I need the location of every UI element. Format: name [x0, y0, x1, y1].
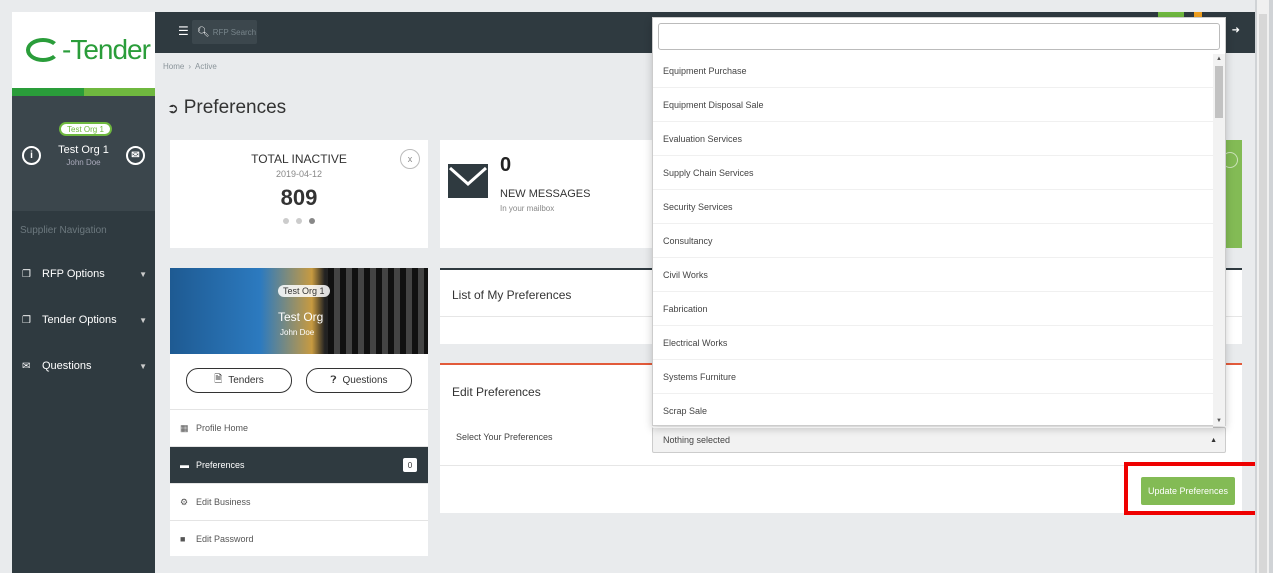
logo[interactable]: -Tender [12, 12, 155, 88]
sidebar-item-label: RFP Options [42, 268, 105, 280]
select-value: Nothing selected [663, 435, 731, 445]
org-image: Test Org 1 [278, 285, 330, 297]
search-input[interactable]: 🔍︎ RFP Search [192, 20, 257, 44]
page-title-text: Preferences [183, 97, 287, 118]
messages-card: 0 NEW MESSAGES In your mailbox [440, 140, 655, 248]
page-scrollbar[interactable] [1255, 0, 1273, 573]
list-title: List of My Preferences [452, 288, 572, 302]
stat-card: TOTAL INACTIVE 2019-04-12 809 x [170, 140, 428, 248]
profile-card: Test Org 1 Test Org John Doe 🗎 Tenders ❓… [170, 268, 428, 556]
arrow-circle-icon: ➲ [167, 99, 179, 116]
carousel-dot[interactable] [296, 218, 302, 224]
chevron-down-icon: ▼ [139, 269, 147, 279]
envelope-icon [448, 164, 488, 198]
stat-title: TOTAL INACTIVE [251, 152, 347, 166]
scroll-down-icon[interactable]: ▼ [1216, 418, 1222, 424]
dropdown-option[interactable]: Evaluation Services [653, 122, 1213, 156]
scroll-up-icon[interactable]: ▲ [1216, 56, 1222, 62]
dropdown-search-input[interactable] [658, 23, 1220, 50]
question-icon: ❓︎ [330, 375, 337, 386]
carousel-dot[interactable] [283, 218, 289, 224]
dropdown-option[interactable]: Scrap Sale [653, 394, 1213, 428]
chevron-down-icon: ▼ [139, 315, 147, 325]
messages-label: NEW MESSAGES [500, 188, 591, 200]
sidebar-item-label: Tender Options [42, 314, 117, 326]
profile-banner: Test Org 1 Test Org John Doe [170, 268, 428, 354]
caret-up-icon: ▲ [1210, 436, 1217, 444]
questions-button[interactable]: ❓︎ Questions [306, 368, 412, 393]
dropdown-option[interactable]: Electrical Works [653, 326, 1213, 360]
menu-label: Preferences [196, 460, 245, 470]
edit-title: Edit Preferences [452, 385, 541, 399]
dropdown-list: Equipment Purchase Equipment Disposal Sa… [653, 54, 1213, 428]
nav-title: Supplier Navigation [20, 225, 107, 236]
dropdown-scrollbar[interactable]: ▲ ▼ [1213, 54, 1225, 426]
search-icon: 🔍︎ [197, 26, 210, 38]
dropdown-option[interactable]: Systems Furniture [653, 360, 1213, 394]
search-placeholder: RFP Search [212, 27, 257, 37]
dropdown-option[interactable]: Supply Chain Services [653, 156, 1213, 190]
dropdown-option[interactable]: Equipment Disposal Sale [653, 88, 1213, 122]
messages-sub: In your mailbox [500, 204, 555, 213]
tenders-button-label: Tenders [228, 375, 264, 386]
profile-org: Test Org [278, 310, 324, 324]
breadcrumb-home[interactable]: Home [163, 62, 184, 71]
menu-preferences[interactable]: ▬ Preferences 0 [170, 446, 428, 483]
page-title: ➲ Preferences [167, 97, 286, 119]
menu-label: Edit Business [196, 497, 251, 507]
org-avatar: Test Org 1 [59, 122, 112, 136]
stat-date: 2019-04-12 [275, 169, 323, 179]
sidebar-profile: Test Org 1 i Test Org 1 John Doe ✉ [12, 96, 155, 211]
carousel-dots [170, 218, 428, 224]
logo-e-icon [26, 38, 60, 62]
document-icon: 🗎 [214, 374, 223, 385]
green-stat-card [1222, 140, 1242, 248]
questions-button-label: Questions [342, 375, 388, 386]
messages-count: 0 [500, 154, 512, 176]
copy-icon: ❐ [22, 268, 31, 280]
preferences-dropdown: Equipment Purchase Equipment Disposal Sa… [652, 17, 1226, 428]
dropdown-option[interactable]: Equipment Purchase [653, 54, 1213, 88]
sidebar-item-label: Questions [42, 360, 92, 372]
stat-value: 809 [280, 185, 318, 210]
dropdown-option[interactable]: Civil Works [653, 258, 1213, 292]
breadcrumb-current: Active [195, 62, 217, 71]
dropdown-option[interactable]: Fabrication [653, 292, 1213, 326]
mail-icon[interactable]: ✉ [126, 146, 145, 165]
sidebar: -Tender Test Org 1 i Test Org 1 John Doe… [12, 12, 155, 573]
menu-edit-business[interactable]: ⚙ Edit Business [170, 483, 428, 520]
tenders-button[interactable]: 🗎 Tenders [186, 368, 292, 393]
menu-label: Profile Home [196, 423, 249, 433]
menu-edit-password[interactable]: ■ Edit Password [170, 520, 428, 557]
gear-icon: ⚙ [180, 496, 189, 507]
close-button[interactable]: x [400, 149, 420, 169]
menu-icon[interactable]: ☰ [178, 24, 189, 38]
logo-text: -Tender [62, 34, 151, 65]
brand-bar [12, 88, 155, 96]
profile-user: John Doe [280, 328, 315, 337]
count-badge: 0 [403, 458, 417, 472]
preferences-select[interactable]: Nothing selected ▲ [652, 427, 1226, 453]
preferences-label: Select Your Preferences [456, 432, 553, 442]
folder-icon: ■ [180, 534, 186, 544]
menu-profile-home[interactable]: ▦ Profile Home [170, 409, 428, 446]
dropdown-option[interactable]: Security Services [653, 190, 1213, 224]
highlight-box [1124, 462, 1264, 515]
sidebar-item-questions[interactable]: ✉ Questions ▼ [12, 343, 155, 389]
logout-icon[interactable]: ➜ [1232, 25, 1240, 36]
breadcrumb: Home › Active [163, 62, 217, 71]
chevron-down-icon: ▼ [139, 361, 147, 371]
chart-icon: ▦ [180, 422, 189, 433]
sidebar-item-tender-options[interactable]: ❐ Tender Options ▼ [12, 297, 155, 343]
copy-icon: ❐ [22, 314, 31, 326]
envelope-icon: ✉ [22, 360, 31, 372]
menu-label: Edit Password [196, 534, 254, 544]
carousel-dot-active[interactable] [309, 218, 315, 224]
dropdown-option[interactable]: Consultancy [653, 224, 1213, 258]
sidebar-item-rfp-options[interactable]: ❐ RFP Options ▼ [12, 251, 155, 297]
book-icon: ▬ [180, 460, 189, 470]
